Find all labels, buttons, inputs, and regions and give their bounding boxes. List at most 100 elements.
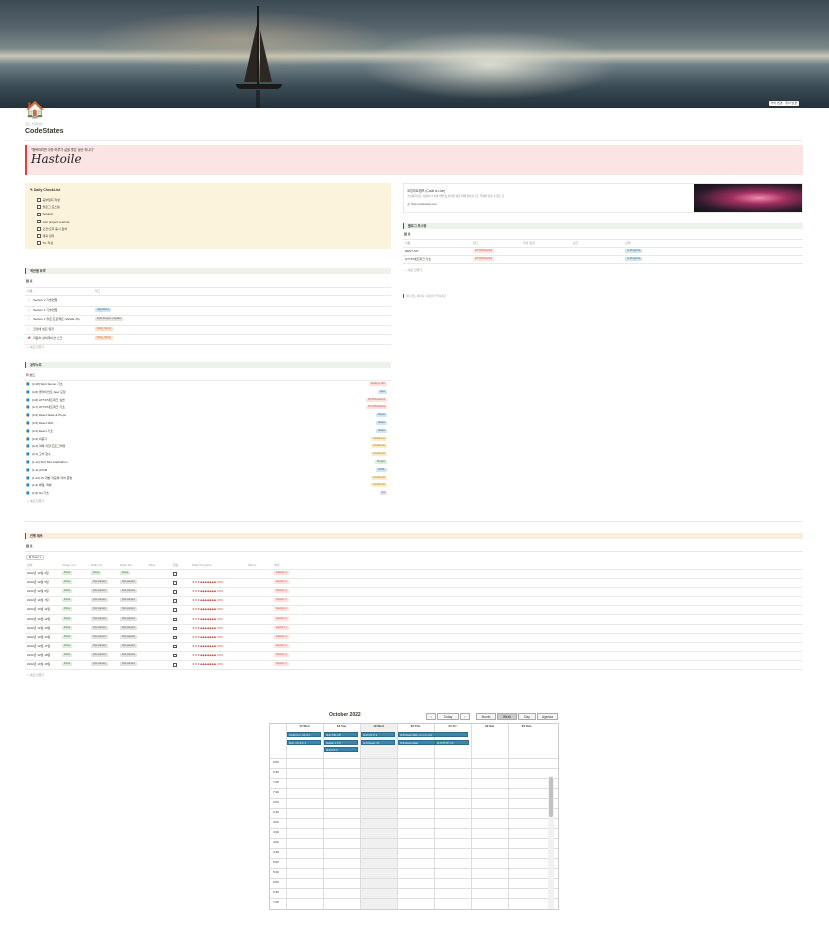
calendar-prev-button[interactable]: ‹ bbox=[426, 713, 436, 720]
checkbox[interactable] bbox=[37, 234, 41, 238]
calendar-today-button[interactable]: Today bbox=[437, 713, 459, 720]
time-slot[interactable]: 6:00 bbox=[270, 878, 558, 888]
blog-view-tab[interactable]: ▦ 표 bbox=[404, 232, 411, 236]
table-row[interactable]: 2022년 10월 14일 Done Not started Not started ★… bbox=[25, 634, 803, 643]
list-item[interactable]: 📘 [3-8] 클라이언트 Ajax 요청 Ajax bbox=[25, 389, 391, 397]
list-item[interactable]: 📘 [3-5] React SPA React bbox=[25, 420, 391, 428]
list-item[interactable]: 📘 [1-8] Git 기초 Git bbox=[25, 490, 391, 498]
done-checkbox[interactable] bbox=[173, 599, 177, 603]
table-row[interactable]: 📄 Section 1 기술면접 Algorithms bbox=[25, 307, 391, 316]
progress-view-tab[interactable]: ▦ 표 bbox=[26, 544, 33, 548]
list-item[interactable]: 📘 [3-4] React 기초 React bbox=[25, 428, 391, 436]
day-header[interactable]: 20 Thu bbox=[397, 724, 434, 729]
list-item[interactable]: 📘 [3-6] React State & Props React bbox=[25, 412, 391, 420]
checkbox[interactable] bbox=[37, 205, 41, 209]
column-header[interactable]: Today I Le bbox=[62, 563, 76, 567]
checkbox[interactable] bbox=[37, 219, 41, 224]
calendar-scroll-thumb[interactable] bbox=[549, 777, 553, 817]
checkbox[interactable] bbox=[37, 198, 41, 202]
column-header[interactable]: Daily Progress bbox=[192, 563, 212, 567]
column-header[interactable]: Blog bbox=[149, 563, 155, 567]
table-row[interactable]: 📄 코딩에 필요 일지 Daily_Study bbox=[25, 326, 391, 335]
table-row[interactable]: 2022년 10월 17일 Done Not started Not started ★… bbox=[25, 643, 803, 652]
done-checkbox[interactable] bbox=[173, 663, 177, 667]
column-header[interactable]: 작성 일자 bbox=[523, 241, 535, 245]
done-checkbox[interactable] bbox=[173, 608, 177, 612]
cover-buttons[interactable]: 커버 변경 · 위치 변경 bbox=[768, 101, 799, 106]
time-slot[interactable]: 3:30 bbox=[270, 828, 558, 838]
checklist-item[interactable]: 블로그 포스팅 bbox=[37, 205, 60, 209]
checklist-item[interactable]: 공부일지 작성 bbox=[37, 198, 60, 202]
add-row-button[interactable]: + 새로 만들기 bbox=[27, 673, 44, 677]
calendar-event[interactable]: 10:00 [3-1] 고차 함수 bbox=[287, 732, 321, 737]
calendar-next-button[interactable]: › bbox=[460, 713, 470, 720]
calendar-view-agenda[interactable]: Agenda bbox=[537, 713, 558, 720]
column-header[interactable]: 태그 bbox=[473, 241, 479, 245]
column-header[interactable]: Daily Stu bbox=[120, 563, 132, 567]
table-row[interactable]: 2022년 10월 18일 Done Not started Not started ★… bbox=[25, 652, 803, 661]
column-header[interactable]: 링크 bbox=[573, 241, 579, 245]
table-row[interactable]: 2022년 10월 13일 Done Not started Not started ★… bbox=[25, 625, 803, 634]
calendar-view-week[interactable]: Week bbox=[497, 713, 517, 720]
table-row[interactable]: 📌 자동차 내비게이션 스크 Daily_Study bbox=[25, 335, 391, 345]
time-slot[interactable]: 5:00 bbox=[270, 858, 558, 868]
day-header[interactable]: 21 Fri bbox=[434, 724, 471, 729]
time-slot[interactable]: 6:00 bbox=[270, 758, 558, 768]
checkbox[interactable] bbox=[37, 227, 41, 231]
calendar-event[interactable]: Section 1 솔로 bbox=[324, 739, 358, 745]
time-slot[interactable]: 6:30 bbox=[270, 768, 558, 778]
time-slot[interactable]: 2:00 bbox=[270, 798, 558, 808]
checklist-item[interactable]: solo project override bbox=[37, 220, 70, 224]
time-slot[interactable]: 4:30 bbox=[270, 848, 558, 858]
table-row[interactable]: 2022년 10월 12일 Done Not started Not started ★… bbox=[25, 616, 803, 625]
calendar-view-month[interactable]: Month bbox=[476, 713, 496, 720]
list-item[interactable]: 📘 [3-18] Web Server 기초 Node.js, API bbox=[25, 381, 391, 389]
list-item[interactable]: 📘 [3-8] HTTP/네트워크 실습 HTTP/Network bbox=[25, 397, 391, 405]
bookmark-card[interactable]: 코딩부트캠프 (Code is Live) 코딩하지 않는 사람이 IT 분야 … bbox=[403, 183, 803, 213]
list-item[interactable]: 📘 [1-11] DOM HTML bbox=[25, 467, 391, 475]
calendar-event[interactable]: [3-5] React SPA 다시 보기 리뷰 bbox=[398, 732, 468, 737]
checklist-item[interactable]: 계획 정리 bbox=[37, 234, 54, 238]
checklist-item[interactable]: 오전/오후 동시 참여 bbox=[37, 227, 67, 231]
list-item[interactable]: 📘 [1-12] Surf Mini Hackathon Project bbox=[25, 459, 391, 467]
house-icon[interactable]: 🏠 bbox=[25, 101, 45, 121]
table-row[interactable]: 2022년 10월 11일 Done Not started Not started ★… bbox=[25, 606, 803, 616]
time-slot[interactable]: 3:00 bbox=[270, 818, 558, 828]
done-checkbox[interactable] bbox=[173, 626, 177, 631]
table-row[interactable]: 📄 Section 1 솔로 프로젝트 (Vanilla JS) Solo Proj… bbox=[25, 316, 391, 326]
table-row[interactable]: 2022년 10월 4일 Done Done Done Section 1 bbox=[25, 570, 803, 580]
list-item[interactable]: 📘 [3-3] 비동기 JavaScript bbox=[25, 436, 391, 444]
time-slot[interactable]: 2:30 bbox=[270, 808, 558, 818]
checkbox[interactable] bbox=[37, 241, 41, 245]
column-header[interactable]: 이름 bbox=[27, 289, 33, 293]
calendar-event[interactable]: [3-3] 비동기 2 bbox=[361, 732, 395, 737]
done-checkbox[interactable] bbox=[173, 581, 177, 585]
checklist-item[interactable]: Solution bbox=[37, 212, 53, 216]
calendar-event[interactable]: [3-1] 고차 함수 2 bbox=[287, 739, 321, 745]
table-row[interactable]: 2022년 10월 6일 Done Not started Not started ★★… bbox=[25, 588, 803, 598]
calendar-scrollbar[interactable] bbox=[548, 776, 554, 909]
day-header[interactable]: 22 Sat bbox=[471, 724, 508, 729]
calendar-event[interactable]: [3-2] 객체 지향 bbox=[324, 732, 358, 737]
column-header[interactable]: 상태 bbox=[625, 241, 631, 245]
add-row-button[interactable]: + 새로 만들기 bbox=[27, 499, 44, 503]
column-header[interactable]: 이름 bbox=[405, 241, 411, 245]
calendar-event[interactable]: [3-7] HTTP 기초 bbox=[435, 739, 469, 745]
time-slot[interactable]: 7:00 bbox=[270, 898, 558, 908]
day-header[interactable]: 18 Tue bbox=[323, 724, 360, 729]
column-header[interactable]: 날짜 bbox=[27, 563, 33, 567]
summary-view-tab[interactable]: ▦ 표 bbox=[26, 279, 33, 283]
done-checkbox[interactable] bbox=[173, 617, 177, 621]
table-row[interactable]: HTTP/네트워크 기초 HTTP/Network In Progress bbox=[403, 256, 803, 264]
list-item[interactable]: 📘 [1-9] 배열, 객체 JavaScript bbox=[25, 482, 391, 490]
table-row[interactable]: REST API HTTP/Network In Progress bbox=[403, 248, 803, 256]
time-slot[interactable]: 4:00 bbox=[270, 838, 558, 848]
done-checkbox[interactable] bbox=[173, 590, 177, 594]
column-header[interactable]: Daily Co bbox=[91, 563, 102, 567]
add-row-button[interactable]: + 새로 만들기 bbox=[405, 268, 422, 272]
calendar-event[interactable]: [3-4] React 기초 bbox=[361, 739, 395, 745]
checkbox[interactable] bbox=[37, 212, 41, 217]
checklist-item[interactable]: TIL 작성 bbox=[37, 241, 53, 245]
time-slot[interactable]: 6:30 bbox=[270, 888, 558, 898]
day-header[interactable]: 19 Wed bbox=[360, 724, 397, 729]
